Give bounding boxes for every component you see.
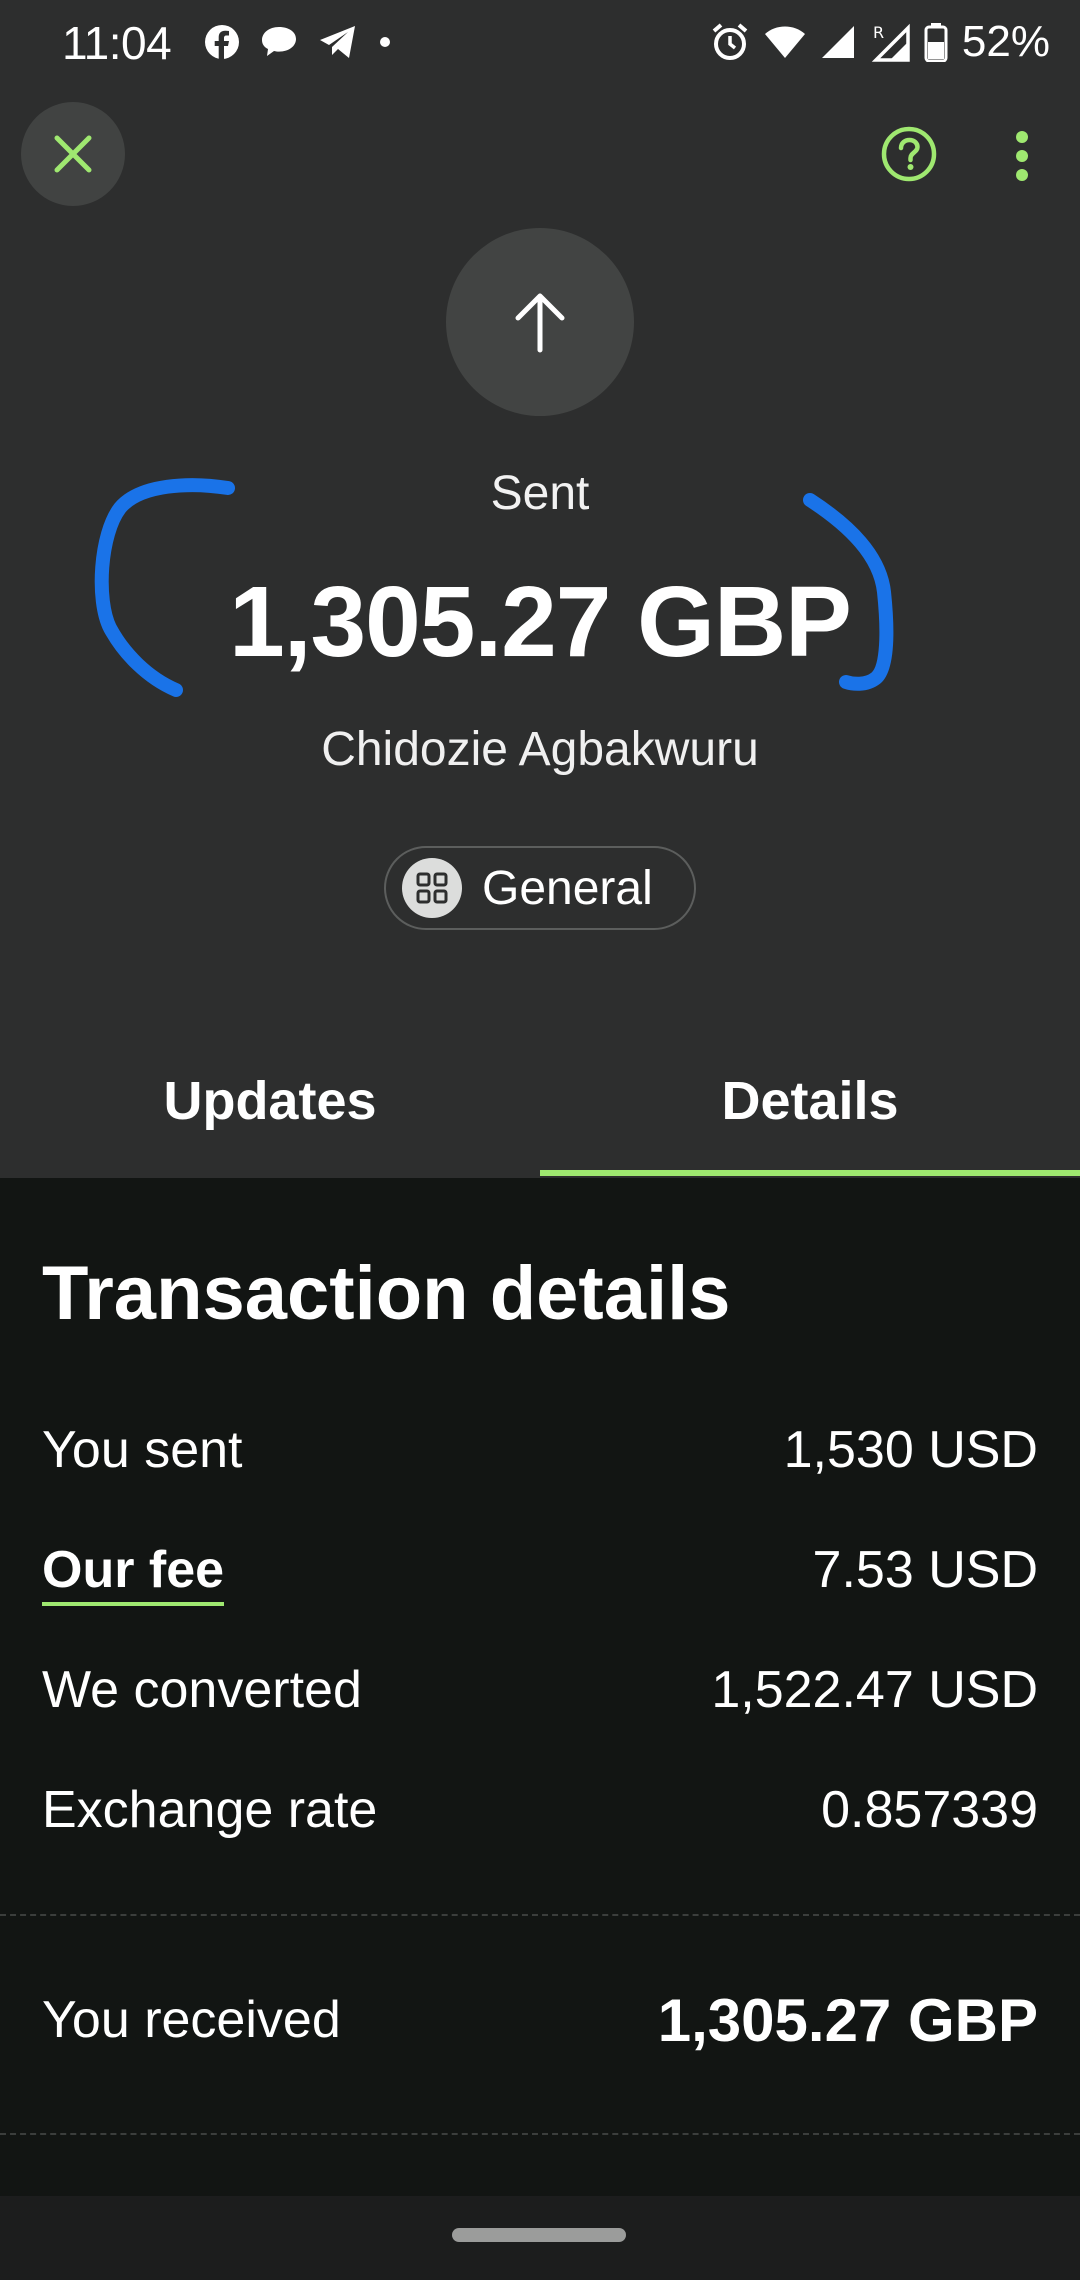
transaction-status: Sent bbox=[490, 467, 590, 520]
chat-bubble-icon bbox=[262, 27, 296, 56]
close-icon bbox=[54, 135, 92, 173]
received-value: 1,305.27 GBP bbox=[657, 1987, 1038, 2054]
tab-selected-indicator bbox=[540, 1170, 1080, 1176]
signal-roaming-icon: R bbox=[871, 23, 910, 62]
dot-icon bbox=[380, 37, 390, 47]
svg-text:R: R bbox=[873, 23, 884, 42]
home-gesture-handle[interactable] bbox=[452, 2228, 626, 2242]
close-button[interactable] bbox=[21, 102, 125, 206]
sent-direction-badge bbox=[446, 228, 634, 416]
transaction-amount: 1,305.27 GBP bbox=[229, 566, 852, 678]
alarm-icon bbox=[712, 23, 748, 60]
status-bar: 11:04 R 52% bbox=[0, 0, 1080, 82]
wifi-icon bbox=[764, 26, 805, 58]
more-vertical-icon bbox=[1016, 131, 1028, 181]
tab-updates[interactable]: Updates bbox=[0, 1070, 540, 1174]
detail-value: 7.53 USD bbox=[812, 1541, 1038, 1599]
battery-icon bbox=[924, 23, 948, 62]
divider bbox=[0, 1914, 1080, 1916]
help-icon bbox=[881, 126, 937, 182]
category-label: General bbox=[482, 861, 653, 915]
arrow-up-icon bbox=[515, 293, 565, 353]
telegram-icon bbox=[320, 26, 355, 58]
battery-percent: 52% bbox=[961, 17, 1050, 66]
received-label: You received bbox=[42, 1991, 341, 2049]
divider bbox=[0, 2133, 1080, 2135]
facebook-icon bbox=[205, 25, 239, 60]
fee-info-link[interactable]: Our fee bbox=[42, 1540, 225, 1606]
detail-value: 1,530 USD bbox=[783, 1421, 1038, 1479]
tab-details[interactable]: Details bbox=[540, 1070, 1080, 1174]
section-title: Transaction details bbox=[42, 1251, 731, 1336]
detail-row: We converted 1,522.47 USD bbox=[42, 1660, 1038, 1730]
recipient-name: Chidozie Agbakwuru bbox=[321, 723, 759, 776]
status-time: 11:04 bbox=[62, 17, 172, 69]
received-row: You received 1,305.27 GBP bbox=[42, 1987, 1038, 2060]
help-button[interactable] bbox=[879, 124, 939, 184]
detail-value: 0.857339 bbox=[821, 1781, 1038, 1839]
signal-icon bbox=[821, 26, 854, 58]
detail-label: Exchange rate bbox=[42, 1781, 378, 1839]
detail-row: Our fee 7.53 USD bbox=[42, 1540, 1038, 1610]
detail-label: You sent bbox=[42, 1421, 243, 1479]
detail-row: Exchange rate 0.857339 bbox=[42, 1780, 1038, 1850]
detail-label: We converted bbox=[42, 1661, 362, 1719]
grid-icon bbox=[402, 858, 462, 918]
category-chip[interactable]: General bbox=[384, 846, 696, 930]
more-options-button[interactable] bbox=[1004, 128, 1040, 184]
detail-value: 1,522.47 USD bbox=[711, 1661, 1038, 1719]
detail-row: You sent 1,530 USD bbox=[42, 1420, 1038, 1490]
